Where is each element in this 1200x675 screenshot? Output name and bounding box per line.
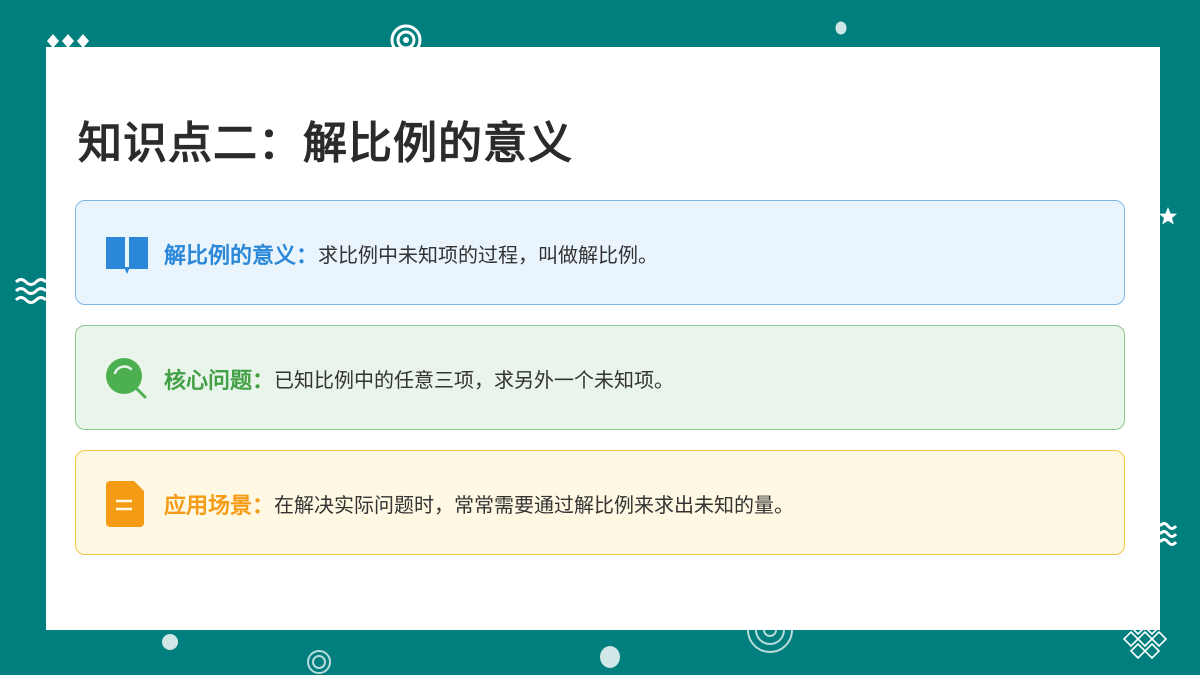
card-text: 核心问题： 已知比例中的任意三项，求另外一个未知项。 [164,326,674,431]
page-title: 知识点二：解比例的意义 [78,118,573,169]
card-text: 应用场景： 在解决实际问题时，常常需要通过解比例来求出未知的量。 [164,451,794,556]
dot-decoration [162,634,178,650]
info-card-application: 应用场景： 在解决实际问题时，常常需要通过解比例来求出未知的量。 [75,450,1125,555]
magnifier-icon [106,358,147,399]
info-card-definition: 解比例的意义： 求比例中未知项的过程，叫做解比例。 [75,200,1125,305]
wave-decoration-left [14,278,48,304]
card-label: 解比例的意义： [164,242,319,269]
card-description: 求比例中未知项的过程，叫做解比例。 [318,243,659,267]
star-decoration [1159,207,1177,225]
dot-decoration [600,646,620,668]
card-text: 解比例的意义： 求比例中未知项的过程，叫做解比例。 [164,201,658,306]
card-description: 已知比例中的任意三项，求另外一个未知项。 [274,368,675,392]
book-icon [106,237,148,274]
card-description: 在解决实际问题时，常常需要通过解比例来求出未知的量。 [274,493,795,517]
info-card-core-question: 核心问题： 已知比例中的任意三项，求另外一个未知项。 [75,325,1125,430]
card-label: 应用场景： [164,492,275,519]
document-icon [106,481,144,527]
dot-decoration [835,21,847,35]
slide-content-area: 知识点二：解比例的意义 解比例的意义： 求比例中未知项的过程，叫做解比例。 核心问… [46,47,1160,630]
card-label: 核心问题： [164,367,275,394]
wave-decoration-right [1158,522,1178,546]
spiral-decoration [747,630,793,653]
spiral-decoration [307,650,331,674]
